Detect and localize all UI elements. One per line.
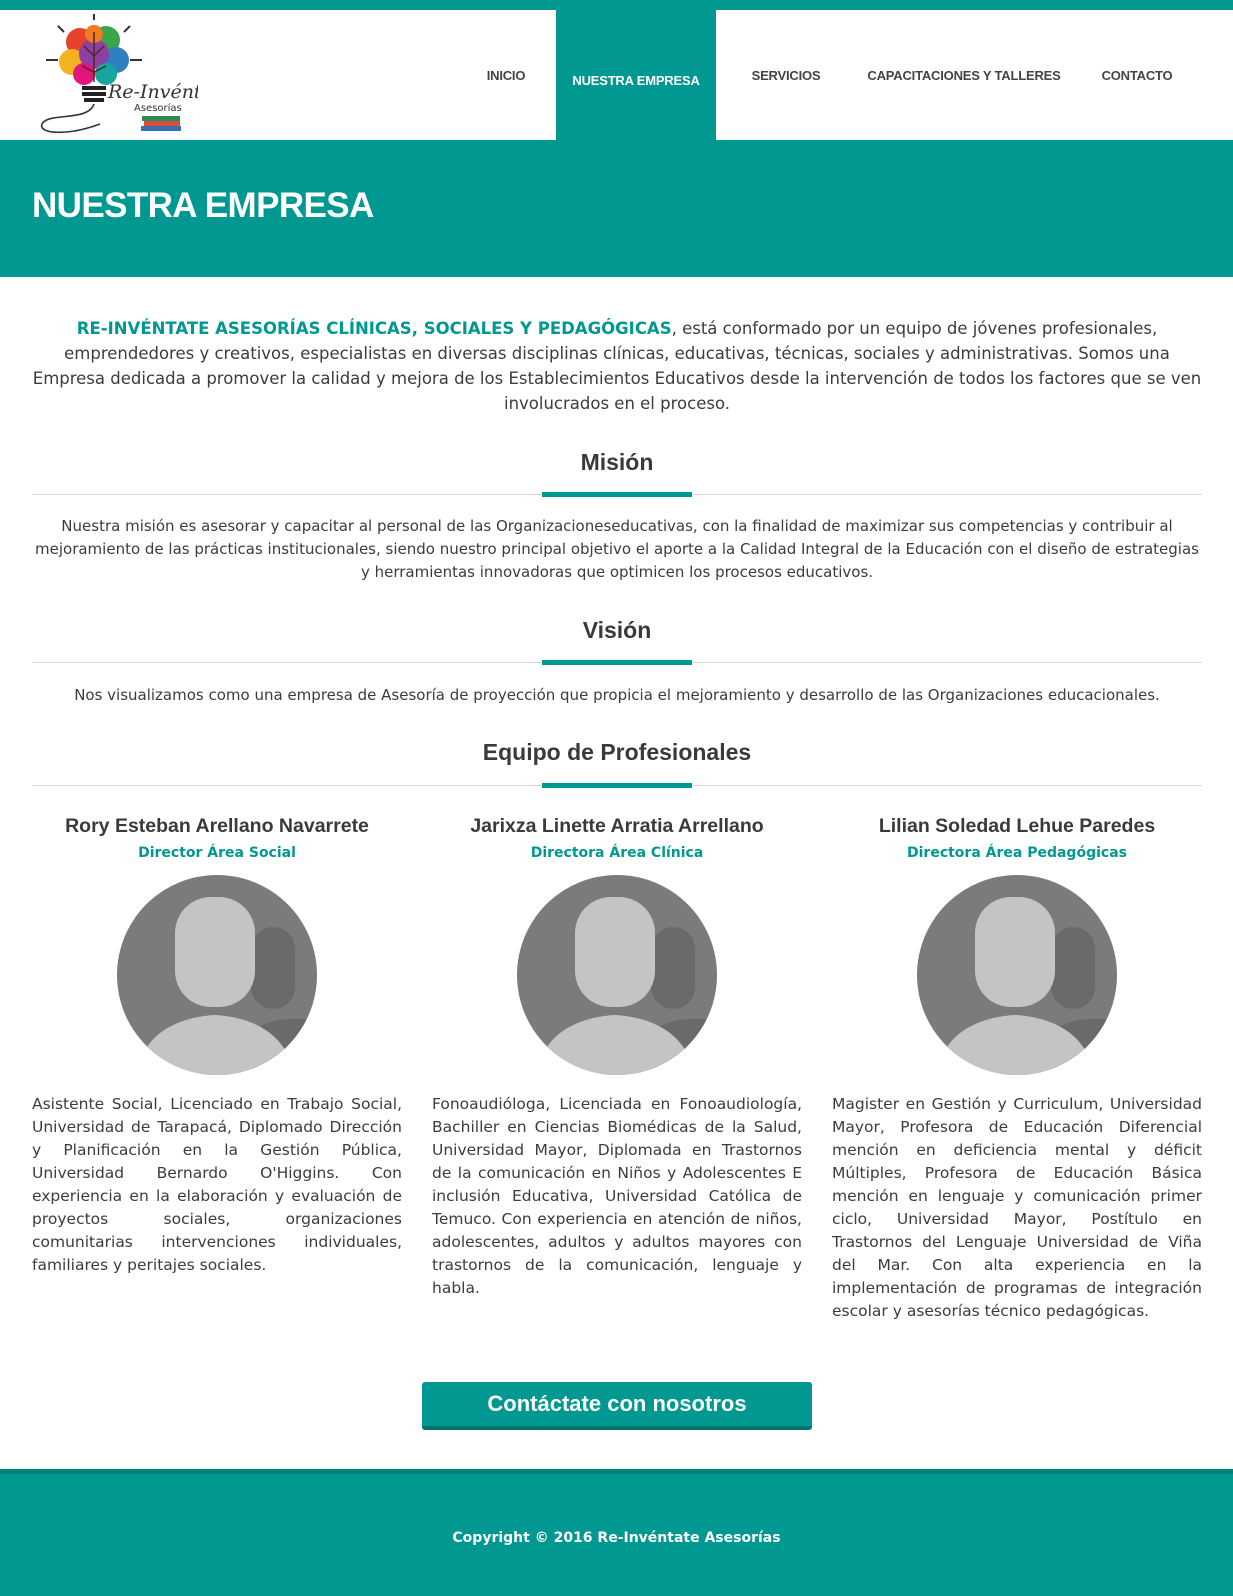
top-accent-strip	[0, 0, 1233, 10]
svg-text:Asesorías: Asesorías	[134, 102, 182, 114]
site-logo[interactable]: Re-Invéntate Asesorías	[38, 12, 232, 136]
vision-text: Nos visualizamos como una empresa de Ase…	[74, 686, 1160, 704]
mision-accent-bar	[542, 492, 692, 497]
member-role: Directora Área Pedagógicas	[907, 845, 1127, 861]
mision-heading: Misión	[580, 449, 654, 475]
site-header: Re-Invéntate Asesorías INICIO NUESTRA EM…	[0, 10, 1233, 150]
team-heading: Equipo de Profesionales	[482, 739, 752, 765]
main-nav: INICIO NUESTRA EMPRESA SERVICIOS CAPACIT…	[456, 10, 1202, 150]
intro-paragraph: RE-INVÉNTATE ASESORÍAS CLÍNICAS, SOCIALE…	[32, 316, 1202, 416]
team-member-card: Jarixza Linette Arratia Arrellano Direct…	[432, 815, 802, 1297]
contact-us-button[interactable]: Contáctate con nosotros	[422, 1382, 812, 1430]
nav-item-nuestra-empresa[interactable]: NUESTRA EMPRESA	[556, 10, 716, 150]
member-name: Lilian Soledad Lehue Paredes	[878, 815, 1156, 837]
nav-item-inicio[interactable]: INICIO	[456, 10, 556, 140]
avatar-placeholder-icon	[517, 875, 717, 1075]
nav-item-servicios[interactable]: SERVICIOS	[716, 10, 856, 140]
team-accent-bar	[542, 783, 692, 788]
lightbulb-brain-logo-icon: Re-Invéntate Asesorías	[41, 14, 232, 134]
mision-text: Nuestra misión es asesorar y capacitar a…	[35, 517, 1199, 581]
nav-item-contacto[interactable]: CONTACTO	[1072, 10, 1202, 140]
member-name: Rory Esteban Arellano Navarrete	[65, 815, 369, 837]
team-member-card: Lilian Soledad Lehue Paredes Directora Á…	[832, 815, 1202, 1320]
avatar-placeholder-icon	[117, 875, 317, 1075]
avatar-placeholder-icon	[917, 875, 1117, 1075]
page-hero-banner: NUESTRA EMPRESA	[0, 140, 1233, 277]
vision-accent-bar	[542, 660, 692, 665]
vision-heading: Visión	[582, 617, 652, 643]
page-title: NUESTRA EMPRESA	[32, 186, 374, 225]
member-role: Director Área Social	[138, 845, 296, 861]
member-bio: Fonoaudióloga, Licenciada en Fonoaudiolo…	[432, 1095, 802, 1297]
svg-text:Re-Invéntate: Re-Invéntate	[107, 81, 198, 103]
member-name: Jarixza Linette Arratia Arrellano	[470, 815, 764, 837]
member-bio: Magister en Gestión y Curriculum, Univer…	[832, 1095, 1202, 1320]
site-footer: Copyright © 2016 Re-Invéntate Asesorías	[0, 1469, 1233, 1596]
nav-item-capacitaciones[interactable]: CAPACITACIONES Y TALLERES	[856, 10, 1072, 140]
brand-name: RE-INVÉNTATE ASESORÍAS CLÍNICAS, SOCIALE…	[76, 319, 672, 338]
member-bio: Asistente Social, Licenciado en Trabajo …	[32, 1095, 402, 1274]
member-role: Directora Área Clínica	[530, 845, 704, 861]
team-member-card: Rory Esteban Arellano Navarrete Director…	[32, 815, 402, 1274]
copyright-text: Copyright © 2016 Re-Invéntate Asesorías	[452, 1530, 781, 1546]
